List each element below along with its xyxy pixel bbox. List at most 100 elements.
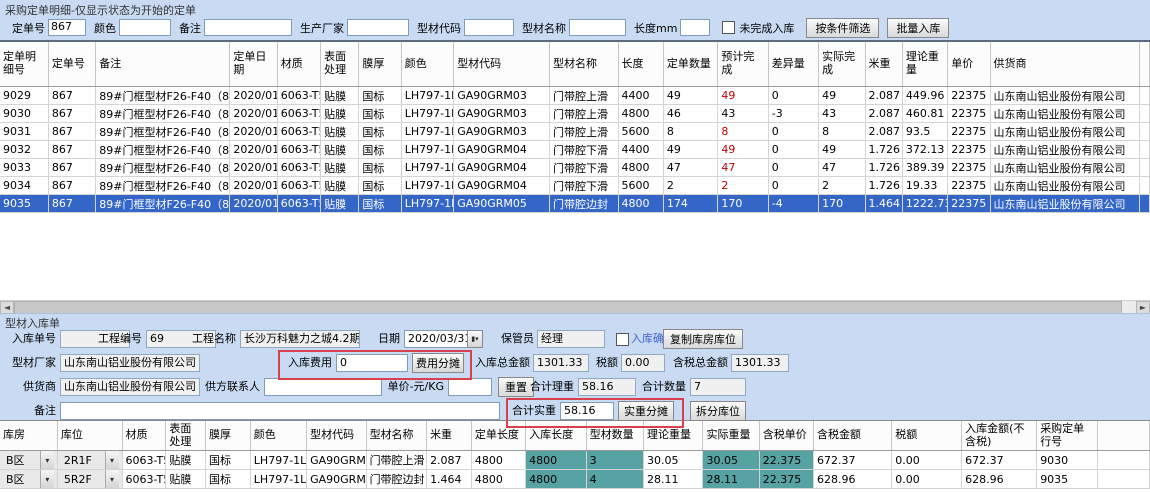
project-name-field[interactable]: 长沙万科魅力之城4.2期 xyxy=(240,330,360,348)
cell: 4400 xyxy=(618,87,663,105)
cell: 5600 xyxy=(618,177,663,195)
cell: 2020/01/13 xyxy=(230,195,277,213)
cell: 49 xyxy=(819,141,865,159)
filter-label: 定单号 xyxy=(12,20,45,36)
order-row[interactable]: 903586789#门框型材F26-F40（866+867）2020/01/13… xyxy=(0,195,1150,213)
entry-table: 库房库位材质表面处理膜厚颜色型材代码型材名称米重定单长度入库长度型材数量理论重量… xyxy=(0,420,1150,493)
entry-row[interactable]: B区▾2R1F▾6063-T5贴膜国标LH797-1LL0GA90GRM03门带… xyxy=(0,451,1150,470)
column-header: 库位 xyxy=(57,421,122,451)
entry-row[interactable]: B区▾5R2F▾6063-T5贴膜国标LH797-1LL0GA90GRM05门带… xyxy=(0,470,1150,489)
filter-by-condition-button[interactable]: 按条件筛选 xyxy=(806,18,879,38)
chevron-down-icon[interactable]: ▾ xyxy=(105,451,119,469)
column-header: 备注 xyxy=(96,42,230,87)
cell: 2 xyxy=(718,177,768,195)
order-row[interactable]: 903386789#门框型材F26-F40（866+867）2020/01/13… xyxy=(0,159,1150,177)
filter-input[interactable] xyxy=(569,19,626,36)
order-row[interactable]: 903086789#门框型材F26-F40（866+867）2020/01/13… xyxy=(0,105,1150,123)
total-amount-label: 入库总金额 xyxy=(472,354,530,372)
cell xyxy=(1097,451,1149,470)
filter-input[interactable] xyxy=(464,19,514,36)
filter-input[interactable] xyxy=(119,19,171,36)
cell: 贴膜 xyxy=(166,470,206,489)
cell: 2020/01/13 xyxy=(230,105,277,123)
total-with-tax-field[interactable]: 1301.33 xyxy=(731,354,789,372)
cell: 6063-T5 xyxy=(277,87,320,105)
cell: 贴膜 xyxy=(321,141,359,159)
cell xyxy=(1139,177,1149,195)
supplier-contact-field[interactable] xyxy=(264,378,382,396)
cell: 89#门框型材F26-F40（866+867） xyxy=(96,177,230,195)
order-row[interactable]: 902986789#门框型材F26-F40（866+867）2020/01/13… xyxy=(0,87,1150,105)
horizontal-scrollbar[interactable]: ◄ ► xyxy=(0,300,1150,314)
total-theory-label: 合计理重 xyxy=(528,378,574,396)
unit-price-field[interactable] xyxy=(448,378,492,396)
order-row[interactable]: 903486789#门框型材F26-F40（866+867）2020/01/13… xyxy=(0,177,1150,195)
cell: 贴膜 xyxy=(321,159,359,177)
column-header: 单价 xyxy=(948,42,990,87)
cell: 门带腔下滑 xyxy=(549,159,618,177)
cell: 22.375 xyxy=(759,470,813,489)
cell: 2 xyxy=(819,177,865,195)
cell: 2.087 xyxy=(865,105,902,123)
order-row[interactable]: 903286789#门框型材F26-F40（866+867）2020/01/13… xyxy=(0,141,1150,159)
cell: -3 xyxy=(768,105,818,123)
cell: 6063-T5 xyxy=(277,195,320,213)
combo-value: B区 xyxy=(3,471,40,487)
cell: 2020/01/13 xyxy=(230,87,277,105)
cell: LH797-1LL0 xyxy=(401,123,453,141)
cell: 93.5 xyxy=(902,123,947,141)
actual-allocate-button[interactable]: 实重分摊 xyxy=(618,401,674,421)
cell: 170 xyxy=(819,195,865,213)
total-amount-field[interactable]: 1301.33 xyxy=(533,354,589,372)
order-detail-title: 采购定单明细-仅显示状态为开始的定单 xyxy=(5,2,196,18)
column-header xyxy=(1139,42,1149,87)
filter-input[interactable] xyxy=(347,19,409,36)
filter-input[interactable] xyxy=(680,19,710,36)
cell: 30.05 xyxy=(703,451,759,470)
cell: 6063-T5 xyxy=(277,105,320,123)
fee-allocate-button[interactable]: 费用分摊 xyxy=(412,353,464,373)
cell: 国标 xyxy=(205,451,250,470)
tax-field[interactable]: 0.00 xyxy=(621,354,665,372)
cell: 山东南山铝业股份有限公司 xyxy=(990,123,1139,141)
cell: 山东南山铝业股份有限公司 xyxy=(990,195,1139,213)
unfinished-checkbox[interactable] xyxy=(722,21,735,34)
app-window: 采购定单明细-仅显示状态为开始的定单 定单号867颜色备注生产厂家型材代码型材名… xyxy=(0,0,1150,492)
calendar-dropdown-icon[interactable]: ▮▾ xyxy=(467,330,483,348)
factory-field[interactable]: 山东南山铝业股份有限公司 xyxy=(60,354,200,372)
project-name-label: 工程名称 xyxy=(188,330,236,348)
cell: 1.464 xyxy=(865,195,902,213)
chevron-down-icon[interactable]: ▾ xyxy=(40,470,54,488)
date-field[interactable]: 2020/03/31 xyxy=(404,330,468,348)
cell: GA90GRM03 xyxy=(454,87,550,105)
fee-field[interactable]: 0 xyxy=(336,354,408,372)
cell: 1.726 xyxy=(865,177,902,195)
cell: 49 xyxy=(718,141,768,159)
chevron-down-icon[interactable]: ▾ xyxy=(105,470,119,488)
cell: 460.81 xyxy=(902,105,947,123)
column-header: 型材代码 xyxy=(454,42,550,87)
filter-input[interactable]: 867 xyxy=(48,19,86,36)
keeper-field[interactable]: 经理 xyxy=(537,330,605,348)
copy-warehouse-button[interactable]: 复制库房库位 xyxy=(663,329,743,349)
cell: 9034 xyxy=(0,177,48,195)
column-header: 定单号 xyxy=(48,42,95,87)
cell xyxy=(1097,470,1149,489)
total-actual-field[interactable]: 58.16 xyxy=(560,402,614,420)
batch-inbound-button[interactable]: 批量入库 xyxy=(887,18,949,38)
cell: 628.96 xyxy=(814,470,892,489)
inbound-confirm-checkbox[interactable] xyxy=(616,333,629,346)
cell: 89#门框型材F26-F40（866+867） xyxy=(96,105,230,123)
remark-field[interactable] xyxy=(60,402,500,420)
filter-input[interactable] xyxy=(204,19,292,36)
cell: 0.00 xyxy=(892,470,962,489)
cell: B区▾ xyxy=(0,470,57,489)
total-qty-field[interactable]: 7 xyxy=(690,378,746,396)
order-row[interactable]: 903186789#门框型材F26-F40（866+867）2020/01/13… xyxy=(0,123,1150,141)
filter-label: 型材代码 xyxy=(417,20,461,36)
supplier-field[interactable]: 山东南山铝业股份有限公司 xyxy=(60,378,200,396)
chevron-down-icon[interactable]: ▾ xyxy=(40,451,54,469)
split-location-button[interactable]: 拆分库位 xyxy=(690,401,746,421)
total-theory-field[interactable]: 58.16 xyxy=(578,378,636,396)
cell: 贴膜 xyxy=(166,451,206,470)
